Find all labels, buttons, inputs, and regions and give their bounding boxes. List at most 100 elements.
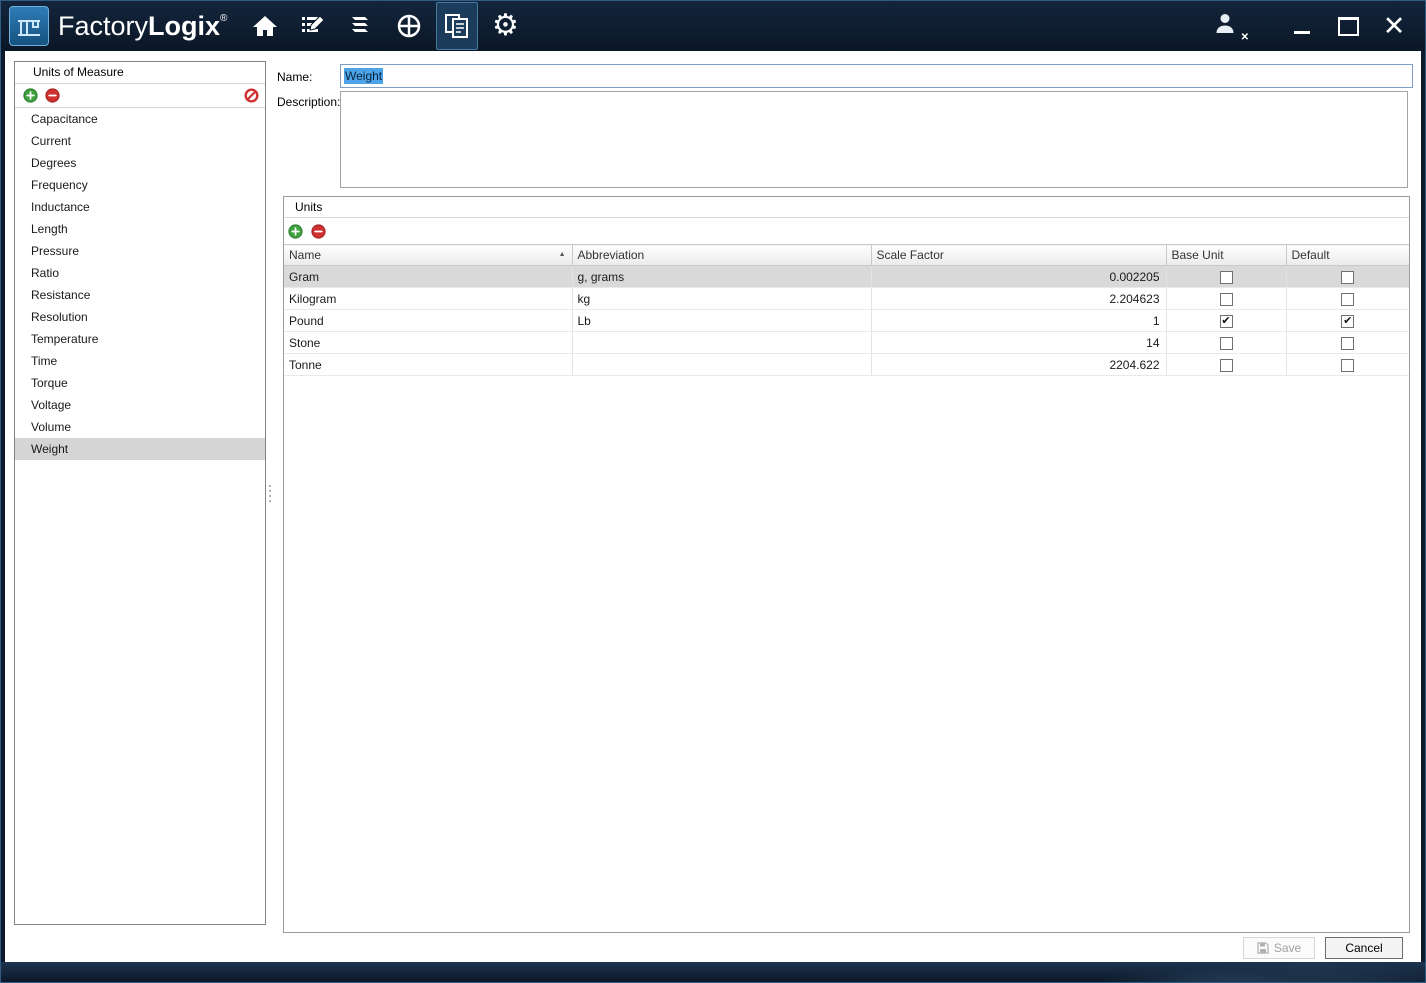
add-icon [288, 223, 303, 239]
nav-materials-button[interactable] [340, 2, 382, 50]
unit-abbreviation-cell[interactable] [572, 353, 872, 376]
column-header-base-unit[interactable]: Base Unit [1166, 244, 1287, 266]
titlebar-nav: ⚙ [241, 1, 529, 51]
base-unit-checkbox[interactable]: ✔ [1219, 314, 1233, 328]
add-unit-button[interactable] [288, 223, 303, 239]
sidebar-item-volume[interactable]: Volume [15, 416, 265, 438]
default-checkbox[interactable]: ✔ [1341, 314, 1355, 328]
unit-name-cell[interactable]: Gram [284, 265, 573, 288]
unit-scale-factor-cell[interactable]: 14 [871, 331, 1167, 354]
unit-row-tonne[interactable]: Tonne 2204.622 [284, 353, 1409, 376]
nav-settings-button[interactable]: ⚙ [484, 2, 526, 50]
default-checkbox-cell [1286, 331, 1409, 354]
unit-row-gram[interactable]: Gram g, grams 0.002205 [284, 265, 1409, 288]
column-header-scale-factor[interactable]: Scale Factor [871, 244, 1167, 266]
maximize-icon [1337, 16, 1359, 36]
unit-name-cell[interactable]: Pound [284, 309, 573, 332]
base-unit-checkbox-cell [1166, 353, 1287, 376]
units-table-body: Gram g, grams 0.002205 Kilogram kg 2.204623 Po… [284, 265, 1409, 376]
default-checkbox[interactable] [1341, 336, 1355, 350]
unit-scale-factor-cell[interactable]: 1 [871, 309, 1167, 332]
sidebar-item-frequency[interactable]: Frequency [15, 174, 265, 196]
maximize-button[interactable] [1325, 7, 1371, 45]
default-checkbox[interactable] [1341, 270, 1355, 284]
unit-name-cell[interactable]: Tonne [284, 353, 573, 376]
sidebar-item-degrees[interactable]: Degrees [15, 152, 265, 174]
description-input[interactable] [340, 91, 1408, 188]
sidebar-item-inductance[interactable]: Inductance [15, 196, 265, 218]
app-logo-icon [9, 6, 49, 46]
column-header-default[interactable]: Default [1286, 244, 1409, 266]
unit-abbreviation-cell[interactable]: g, grams [572, 265, 872, 288]
units-group: Units Name ▲ Abbreviation Scale Factor B… [283, 196, 1410, 933]
column-header-name[interactable]: Name ▲ [284, 244, 573, 266]
cancel-button[interactable]: Cancel [1325, 937, 1403, 959]
sidebar-item-pressure[interactable]: Pressure [15, 240, 265, 262]
unit-scale-factor-cell[interactable]: 0.002205 [871, 265, 1167, 288]
user-logout-button[interactable]: ✕ [1215, 13, 1249, 43]
close-icon: ✕ [1382, 10, 1406, 41]
unit-abbreviation-cell[interactable] [572, 331, 872, 354]
units-toolbar [284, 218, 1409, 244]
unit-row-pound[interactable]: Pound Lb 1 ✔ ✔ [284, 309, 1409, 332]
base-unit-checkbox[interactable] [1219, 336, 1233, 350]
close-button[interactable]: ✕ [1371, 7, 1417, 45]
sidebar-item-capacitance[interactable]: Capacitance [15, 108, 265, 130]
name-input-selected-text: Weight [344, 68, 384, 84]
unit-row-kilogram[interactable]: Kilogram kg 2.204623 [284, 287, 1409, 310]
add-uom-button[interactable] [23, 88, 38, 103]
sidebar-item-torque[interactable]: Torque [15, 372, 265, 394]
app-name-light: Factory [58, 10, 149, 41]
disable-uom-button[interactable] [244, 88, 259, 103]
unit-row-stone[interactable]: Stone 14 [284, 331, 1409, 354]
base-unit-checkbox[interactable] [1219, 358, 1233, 372]
nav-reports-button[interactable] [436, 2, 479, 50]
unit-name-cell[interactable]: Kilogram [284, 287, 573, 310]
sort-ascending-icon: ▲ [558, 251, 566, 258]
panel-splitter[interactable] [265, 61, 274, 925]
default-checkbox[interactable] [1341, 292, 1355, 306]
unit-scale-factor-cell[interactable]: 2.204623 [871, 287, 1167, 310]
sidebar-item-weight[interactable]: Weight [15, 438, 265, 460]
base-unit-checkbox-cell [1166, 287, 1287, 310]
name-input[interactable]: Weight [340, 64, 1413, 88]
save-button[interactable]: Save [1243, 937, 1315, 959]
base-unit-checkbox[interactable] [1219, 292, 1233, 306]
default-checkbox-cell [1286, 265, 1409, 288]
remove-uom-button[interactable] [45, 88, 60, 103]
unit-abbreviation-cell[interactable]: Lb [572, 309, 872, 332]
sidebar-item-resistance[interactable]: Resistance [15, 284, 265, 306]
default-checkbox-cell [1286, 353, 1409, 376]
sidebar-item-current[interactable]: Current [15, 130, 265, 152]
column-header-abbreviation[interactable]: Abbreviation [572, 244, 872, 266]
app-name-bold: Logix [148, 10, 221, 41]
remove-unit-button[interactable] [311, 223, 326, 239]
remove-icon [45, 88, 60, 103]
trademark-symbol: ® [220, 12, 228, 24]
cancel-button-label: Cancel [1345, 941, 1383, 955]
unit-name-cell[interactable]: Stone [284, 331, 573, 354]
sidebar-item-resolution[interactable]: Resolution [15, 306, 265, 328]
gear-icon: ⚙ [491, 9, 519, 42]
name-label: Name: [277, 70, 313, 84]
minimize-icon [1294, 30, 1310, 34]
target-circle-icon [398, 14, 421, 38]
sidebar-item-time[interactable]: Time [15, 350, 265, 372]
base-unit-checkbox-cell [1166, 331, 1287, 354]
nav-production-button[interactable] [388, 2, 430, 50]
nav-home-button[interactable] [244, 2, 286, 50]
minimize-button[interactable] [1279, 7, 1325, 45]
base-unit-checkbox[interactable] [1219, 270, 1233, 284]
sidebar-item-ratio[interactable]: Ratio [15, 262, 265, 284]
default-checkbox[interactable] [1341, 358, 1355, 372]
nav-process-editor-button[interactable] [292, 2, 334, 50]
uom-list: Capacitance Current Degrees Frequency Induct… [15, 108, 265, 460]
sidebar-item-temperature[interactable]: Temperature [15, 328, 265, 350]
sidebar-item-voltage[interactable]: Voltage [15, 394, 265, 416]
unit-abbreviation-cell[interactable]: kg [572, 287, 872, 310]
app-title: FactoryLogix® [58, 11, 227, 42]
sidebar-item-length[interactable]: Length [15, 218, 265, 240]
description-label: Description: [277, 95, 341, 109]
unit-scale-factor-cell[interactable]: 2204.622 [871, 353, 1167, 376]
edit-list-icon [302, 15, 326, 32]
